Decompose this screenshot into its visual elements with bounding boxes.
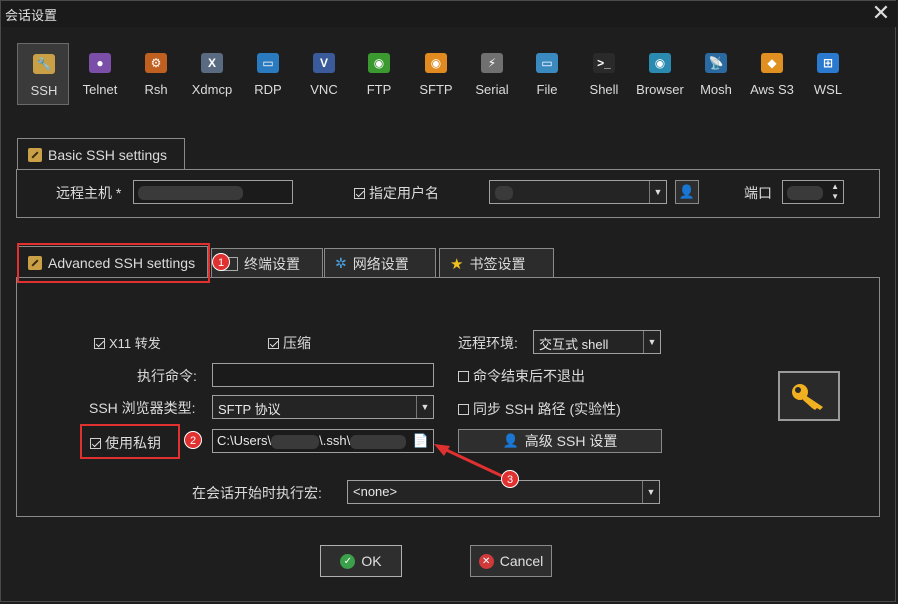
annotation-box-use-key [80,424,180,459]
compression-checkbox[interactable]: 压缩 [268,333,311,353]
protocol-wsl[interactable]: ⊞ WSL [802,43,854,105]
expert-button-label: 高级 SSH 设置 [524,433,618,449]
protocol-mosh[interactable]: 📡 Mosh [690,43,742,105]
tab-network-settings[interactable]: ✲ 网络设置 [324,248,436,278]
protocol-ftp[interactable]: ◉ FTP [353,43,405,105]
annotation-box-advanced-tab [17,243,210,283]
file-browse-icon[interactable]: 📄 [413,433,429,449]
chevron-down-icon: ▼ [642,481,659,503]
remote-env-value: 交互式 shell [539,337,609,352]
browser-type-value: SFTP 协议 [218,402,281,417]
file-monitor-icon: ▭ [536,53,558,73]
port-input[interactable]: ▲ ▼ [782,180,844,204]
protocol-browser[interactable]: ◉ Browser [634,43,686,105]
remote-env-label: 远程环境: [458,335,518,351]
sync-path-checkbox[interactable]: 同步 SSH 路径 (实验性) [458,399,621,419]
private-key-path-input[interactable]: C:\Users\ \.ssh\ 📄 [212,429,434,453]
star-icon: ★ [450,255,464,273]
title-bar [1,1,897,27]
protocol-label: WSL [813,82,843,97]
macro-label: 在会话开始时执行宏: [192,485,322,501]
key-generator-button[interactable] [778,371,840,421]
port-label: 端口 [744,185,772,201]
protocol-aws-s3[interactable]: ◆ Aws S3 [746,43,798,105]
satellite-icon: 📡 [705,53,727,73]
wrench-icon: 🔧 [33,54,55,74]
chevron-down-icon: ▼ [643,331,660,353]
protocol-file[interactable]: ▭ File [521,43,573,105]
compress-label: 压缩 [283,335,311,351]
rsh-icon: ⚙ [145,53,167,73]
globe-orange-icon: ◉ [425,53,447,73]
tab-label: 书签设置 [469,255,526,272]
check-circle-icon: ✓ [340,553,356,569]
browser-type-label: SSH 浏览器类型: [89,400,196,416]
macro-value: <none> [353,484,398,499]
no-exit-label: 命令结束后不退出 [473,368,585,384]
chevron-down-icon: ▼ [649,181,666,203]
tab-basic-ssh-settings[interactable]: Basic SSH settings [17,138,185,170]
x-window-icon: X [201,53,223,73]
tab-label: 网络设置 [352,255,409,272]
protocol-xdmcp[interactable]: X Xdmcp [186,43,238,105]
remote-host-label: 远程主机 * [56,185,122,201]
browser-type-select[interactable]: SFTP 协议 ▼ [212,395,434,419]
specify-user-label: 指定用户名 [369,185,439,201]
x11-label: X11 转发 [109,336,161,351]
wrench-icon [28,147,42,162]
specify-user-checkbox[interactable]: 指定用户名 [354,183,439,203]
user-icon: 👤 [678,184,696,199]
user-manager-button[interactable]: 👤 [675,180,699,204]
tab-label: 终端设置 [244,255,300,272]
annotation-badge: 2 [184,431,202,449]
protocol-serial[interactable]: ⚡ Serial [466,43,518,105]
network-icon: ✲ [335,255,347,271]
x11-forwarding-checkbox[interactable]: X11 转发 [94,333,161,352]
globe-green-icon: ◉ [368,53,390,73]
remote-host-input[interactable] [133,180,293,204]
key-path-mid: \.ssh\ [319,433,351,448]
protocol-ssh[interactable]: 🔧 SSH [17,43,69,105]
key-icon [792,384,823,410]
username-select[interactable]: ▼ [489,180,667,204]
spinner-arrows-icon[interactable]: ▲ ▼ [831,182,839,202]
cancel-label: Cancel [499,553,544,569]
terminal-icon: >_ [593,53,615,73]
protocol-shell[interactable]: >_ Shell [578,43,630,105]
tab-label: Basic SSH settings [48,146,168,163]
tab-bookmark-settings[interactable]: ★ 书签设置 [439,248,554,278]
ok-button[interactable]: ✓ OK [320,545,402,577]
vnc-icon: V [313,53,335,73]
annotation-badge: 3 [501,470,519,488]
key-path-prefix: C:\Users\ [217,433,272,448]
cancel-button[interactable]: ✕ Cancel [470,545,552,577]
monitor-icon: ▭ [257,53,279,73]
checkbox-icon [354,188,365,199]
execute-command-input[interactable] [212,363,434,387]
protocol-telnet[interactable]: ● Telnet [74,43,126,105]
execute-command-label: 执行命令: [137,368,197,384]
windows-icon: ⊞ [817,53,839,73]
browser-globe-icon: ◉ [649,53,671,73]
ok-label: OK [361,553,382,569]
checkbox-icon [268,338,279,349]
chevron-down-icon: ▼ [416,396,433,418]
sync-path-label: 同步 SSH 路径 (实验性) [473,401,621,417]
protocol-sftp[interactable]: ◉ SFTP [410,43,462,105]
checkbox-icon [94,338,105,349]
remote-env-select[interactable]: 交互式 shell ▼ [533,330,661,354]
protocol-rdp[interactable]: ▭ RDP [242,43,294,105]
no-exit-checkbox[interactable]: 命令结束后不退出 [458,366,585,386]
annotation-badge: 1 [212,253,230,271]
protocol-rsh[interactable]: ⚙ Rsh [130,43,182,105]
purple-orb-icon: ● [89,53,111,73]
protocol-vnc[interactable]: V VNC [298,43,350,105]
serial-plug-icon: ⚡ [481,53,503,73]
close-button[interactable]: ✕ [868,2,894,26]
window-title: 会话设置 [5,8,58,23]
cancel-circle-icon: ✕ [478,553,494,569]
aws-cubes-icon: ◆ [761,53,783,73]
checkbox-icon [458,371,469,382]
checkbox-icon [458,404,469,415]
